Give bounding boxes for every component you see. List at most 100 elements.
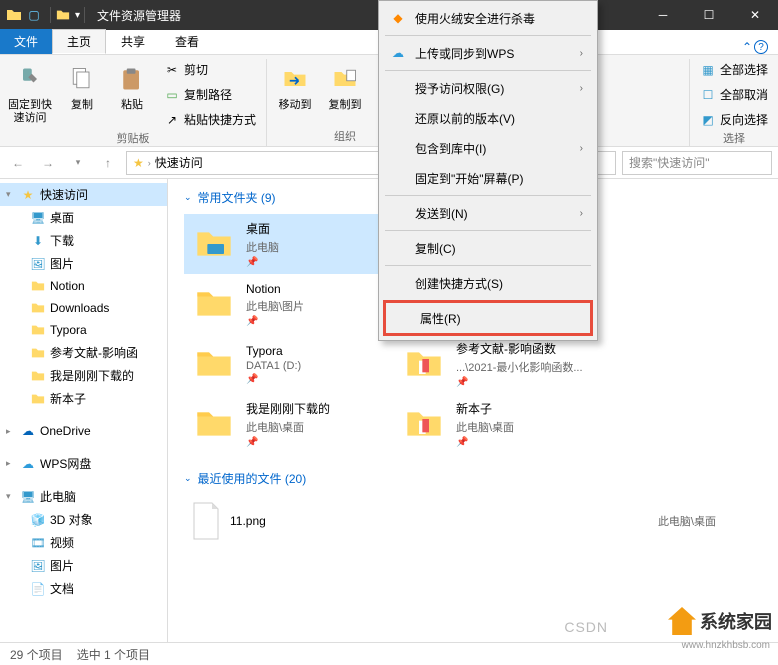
quickaccess-icon: ★: [133, 156, 144, 170]
copy-button[interactable]: 复制: [60, 59, 104, 130]
folder-icon: [6, 7, 22, 23]
objects3d-icon: 🧊: [30, 512, 46, 528]
folder-icon: [30, 322, 46, 338]
copyto-button[interactable]: 复制到: [323, 59, 367, 128]
onedrive-icon: ☁: [20, 423, 36, 439]
folder-tile[interactable]: 我是刚刚下载的此电脑\桌面📌: [184, 394, 394, 454]
folder-tile[interactable]: 参考文献-影响函数...\2021-最小化影响函数...📌: [394, 334, 604, 394]
selectall-button[interactable]: ▦全部选择: [696, 59, 772, 80]
sidebar-item-notion[interactable]: Notion: [0, 275, 167, 297]
shortcut-icon: ↗: [164, 112, 180, 128]
sidebar-item-typora[interactable]: Typora: [0, 319, 167, 341]
location-text: 快速访问: [155, 154, 203, 171]
cm-sendto[interactable]: 发送到(N)›: [381, 198, 595, 228]
share-tab[interactable]: 共享: [106, 29, 160, 54]
file-tab[interactable]: 文件: [0, 29, 52, 54]
home-tab[interactable]: 主页: [52, 29, 106, 54]
folder-icon: [190, 340, 238, 388]
path-icon: ▭: [164, 87, 180, 103]
tile-name: Notion: [246, 282, 304, 296]
up-button[interactable]: ↑: [96, 151, 120, 175]
chevron-right-icon: ›: [580, 208, 583, 219]
cm-pin-start[interactable]: 固定到"开始"屏幕(P): [381, 163, 595, 193]
recent-file[interactable]: 11.png 此电脑\桌面: [184, 495, 762, 547]
sidebar-item-refs[interactable]: 参考文献-影响函: [0, 341, 167, 364]
invert-button[interactable]: ◩反向选择: [696, 109, 772, 130]
copypath-button[interactable]: ▭复制路径: [160, 84, 260, 105]
pin-icon: 📌: [456, 377, 583, 388]
cm-huorong[interactable]: ◆使用火绒安全进行杀毒: [381, 3, 595, 33]
paste-shortcut-button[interactable]: ↗粘贴快捷方式: [160, 109, 260, 130]
forward-button[interactable]: →: [36, 151, 60, 175]
folder-icon: [30, 278, 46, 294]
sidebar-item-desktop[interactable]: 🖥桌面: [0, 206, 167, 229]
close-button[interactable]: ✕: [732, 0, 778, 30]
sidebar-item-downloads2[interactable]: Downloads: [0, 297, 167, 319]
folder-icon: [190, 280, 238, 328]
pin-icon: 📌: [246, 316, 304, 327]
file-location: 此电脑\桌面: [658, 513, 716, 529]
maximize-button[interactable]: ☐: [686, 0, 732, 30]
pin-quickaccess-button[interactable]: 固定到快 速访问: [6, 59, 54, 130]
view-tab[interactable]: 查看: [160, 29, 214, 54]
sidebar-item-3d[interactable]: 🧊3D 对象: [0, 508, 167, 531]
search-input[interactable]: 搜索"快速访问": [622, 151, 772, 175]
folder-icon: [30, 368, 46, 384]
cm-shortcut[interactable]: 创建快捷方式(S): [381, 268, 595, 298]
sidebar-item-pictures[interactable]: 🖼图片: [0, 252, 167, 275]
folder-tile[interactable]: 桌面此电脑📌: [184, 214, 394, 274]
cm-properties[interactable]: 属性(R): [386, 303, 590, 333]
cm-include[interactable]: 包含到库中(I)›: [381, 133, 595, 163]
moveto-button[interactable]: 移动到: [273, 59, 317, 128]
sidebar-item-iam[interactable]: 我是刚刚下载的: [0, 364, 167, 387]
cm-restore[interactable]: 还原以前的版本(V): [381, 103, 595, 133]
cut-button[interactable]: ✂剪切: [160, 59, 260, 80]
chevron-right-icon: ›: [580, 143, 583, 154]
cm-wps-upload[interactable]: ☁上传或同步到WPS›: [381, 38, 595, 68]
context-menu: ◆使用火绒安全进行杀毒 ☁上传或同步到WPS› 授予访问权限(G)› 还原以前的…: [378, 0, 598, 341]
sidebar-item-quickaccess[interactable]: ▾★快速访问: [0, 183, 167, 206]
site-watermark: 系统家园: [668, 607, 772, 635]
folder-icon: [30, 300, 46, 316]
sidebar-item-docs[interactable]: 📄文档: [0, 577, 167, 600]
moveto-icon: [279, 63, 311, 95]
file-name: 11.png: [230, 514, 650, 528]
paste-button[interactable]: 粘贴: [110, 59, 154, 130]
cm-copy[interactable]: 复制(C): [381, 233, 595, 263]
pin-icon: 📌: [456, 437, 514, 448]
folder-tile[interactable]: 新本子此电脑\桌面📌: [394, 394, 604, 454]
save-icon[interactable]: ▢: [26, 7, 42, 23]
chevron-right-icon: ›: [580, 83, 583, 94]
back-button[interactable]: ←: [6, 151, 30, 175]
item-count: 29 个项目: [10, 646, 63, 663]
tile-name: 桌面: [246, 220, 279, 237]
pin-icon: 📌: [246, 437, 330, 448]
minimize-button[interactable]: ─: [640, 0, 686, 30]
folder-icon: [30, 391, 46, 407]
sidebar: ▾★快速访问 🖥桌面 ⬇下载 🖼图片 Notion Downloads Typo…: [0, 179, 168, 642]
sidebar-item-onedrive[interactable]: ▸☁OneDrive: [0, 420, 167, 442]
paste-icon: [116, 63, 148, 95]
house-icon: [668, 607, 696, 635]
folder-tile[interactable]: Notion此电脑\图片📌: [184, 274, 394, 334]
pc-icon: 🖥: [20, 489, 36, 505]
doc-icon: 📄: [30, 581, 46, 597]
sidebar-item-downloads[interactable]: ⬇下载: [0, 229, 167, 252]
sidebar-item-wps[interactable]: ▸☁WPS网盘: [0, 452, 167, 475]
desktop-icon: 🖥: [30, 210, 46, 226]
cm-grant-access[interactable]: 授予访问权限(G)›: [381, 73, 595, 103]
recent-files-header[interactable]: ⌄最近使用的文件 (20): [184, 470, 762, 487]
help-button[interactable]: ⌃ ?: [742, 40, 768, 54]
sidebar-item-videos[interactable]: 🎞视频: [0, 531, 167, 554]
sidebar-item-pictures2[interactable]: 🖼图片: [0, 554, 167, 577]
sidebar-item-thispc[interactable]: ▾🖥此电脑: [0, 485, 167, 508]
folder-tile[interactable]: TyporaDATA1 (D:)📌: [184, 334, 394, 394]
window-title: 文件资源管理器: [97, 7, 181, 24]
selectnone-button[interactable]: ☐全部取消: [696, 84, 772, 105]
folder-icon: [400, 400, 448, 448]
recent-dropdown[interactable]: ▾: [66, 151, 90, 175]
star-icon: ★: [20, 187, 36, 203]
site-url: www.hnzkhbsb.com: [682, 640, 770, 651]
sidebar-item-newbook[interactable]: 新本子: [0, 387, 167, 410]
tile-name: 参考文献-影响函数: [456, 340, 583, 357]
